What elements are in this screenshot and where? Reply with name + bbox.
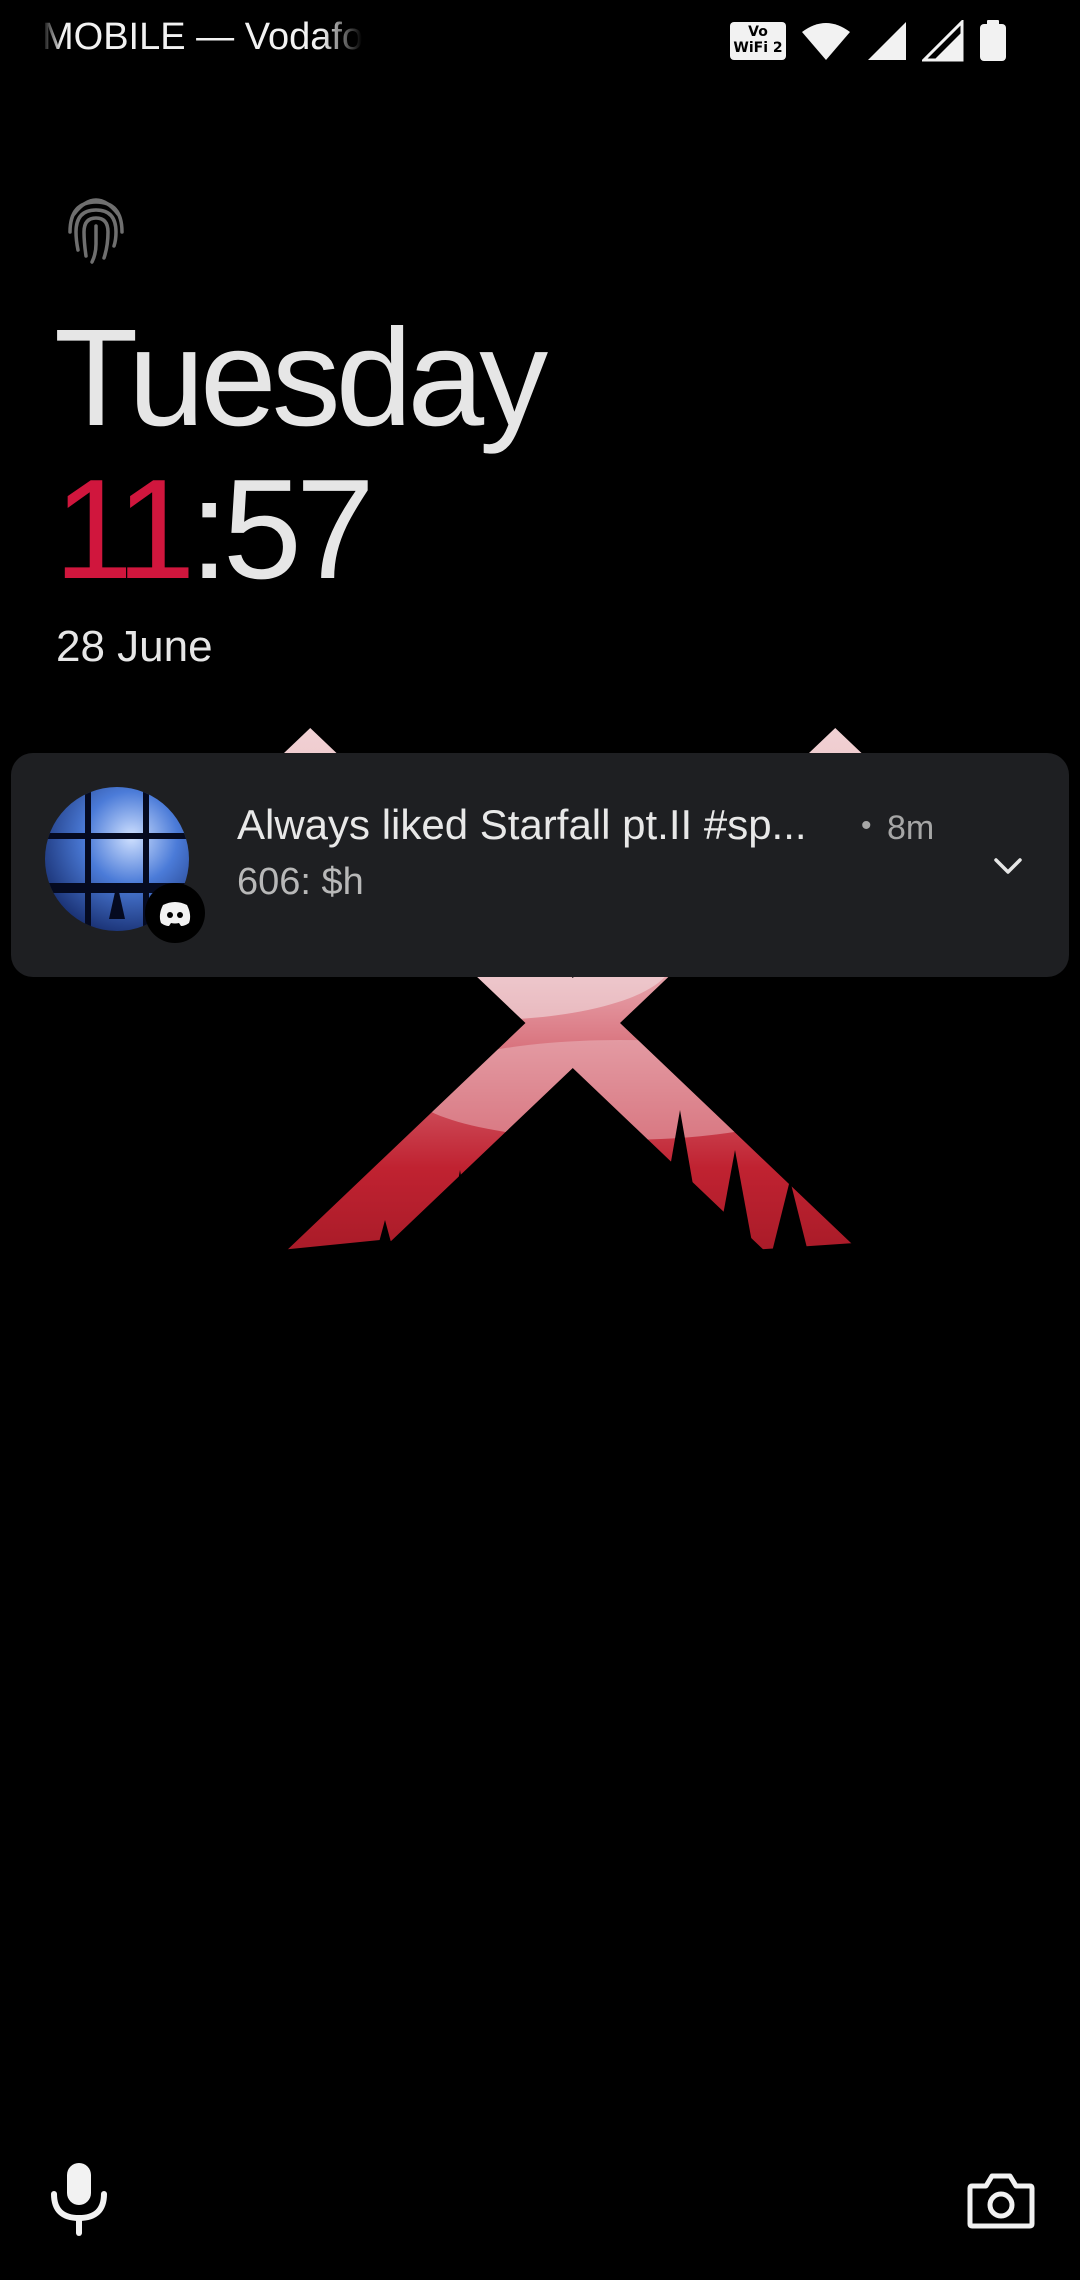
signal-icon-secondary — [922, 20, 964, 62]
clock-minute: 57 — [222, 450, 375, 609]
signal-icon — [868, 22, 906, 60]
clock: 11:57 — [54, 450, 375, 610]
clock-separator: : — [189, 450, 229, 609]
discord-icon — [145, 883, 205, 943]
chevron-down-icon[interactable] — [986, 844, 1030, 888]
notification-time: 8m — [887, 809, 935, 847]
battery-icon — [980, 20, 1006, 61]
date: 28 June — [56, 622, 213, 671]
camera-icon[interactable] — [966, 2170, 1036, 2230]
notification-separator-dot: • — [861, 809, 872, 842]
notification-body: 606: $h — [237, 861, 364, 903]
day-of-week: Tuesday — [54, 301, 548, 455]
notification-title: Always liked Starfall pt.II #sp... — [237, 801, 807, 848]
status-bar: MOBILE — Vodafor Vo WiFi 2 — [0, 0, 1080, 80]
vowifi-icon: Vo WiFi 2 — [730, 22, 786, 60]
mic-icon[interactable] — [48, 2160, 110, 2236]
notification-card[interactable]: Always liked Starfall pt.II #sp... • 8m … — [11, 753, 1069, 977]
carrier-name: MOBILE — Vodafor — [42, 16, 362, 58]
clock-hour: 11 — [54, 450, 195, 609]
wifi-icon — [802, 23, 850, 60]
fingerprint-icon[interactable] — [64, 192, 128, 264]
status-icons: Vo WiFi 2 — [730, 18, 1008, 64]
